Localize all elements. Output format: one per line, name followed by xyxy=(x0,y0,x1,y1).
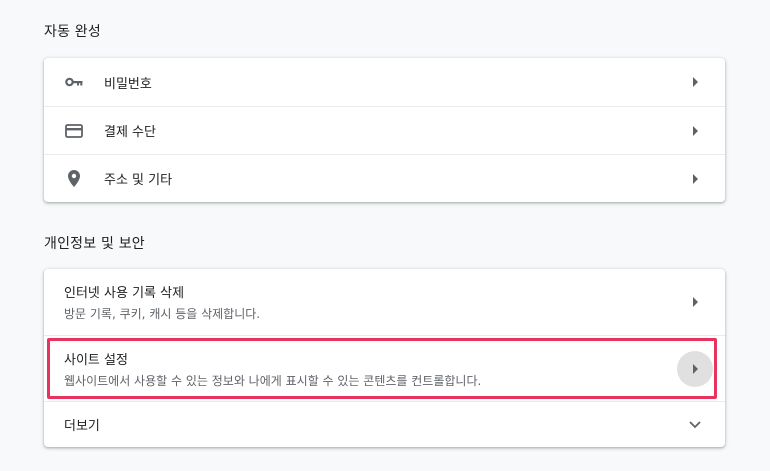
row-label: 인터넷 사용 기록 삭제 xyxy=(64,286,185,301)
row-sublabel: 방문 기록, 쿠키, 캐시 등을 삭제합니다. xyxy=(64,307,261,321)
section-title-privacy: 개인정보 및 보안 xyxy=(44,236,145,252)
chevron-down-icon[interactable] xyxy=(679,409,711,441)
more-label: 더보기 xyxy=(64,419,100,434)
privacy-card: 인터넷 사용 기록 삭제 방문 기록, 쿠키, 캐시 등을 삭제합니다. 사이트… xyxy=(44,269,725,447)
row-label: 주소 및 기타 xyxy=(104,173,173,188)
section-title-autofill: 자동 완성 xyxy=(44,24,101,40)
location-pin-icon xyxy=(64,169,84,189)
row-label: 비밀번호 xyxy=(104,76,152,92)
key-icon xyxy=(64,72,84,92)
row-clear-browsing-data[interactable]: 인터넷 사용 기록 삭제 방문 기록, 쿠키, 캐시 등을 삭제합니다. xyxy=(44,269,725,335)
arrow-right-icon[interactable] xyxy=(679,115,711,147)
row-payment-methods[interactable]: 결제 수단 xyxy=(44,106,725,154)
row-passwords[interactable]: 비밀번호 xyxy=(44,58,725,106)
arrow-right-icon[interactable] xyxy=(679,286,711,318)
row-addresses[interactable]: 주소 및 기타 xyxy=(44,154,725,202)
arrow-right-icon[interactable] xyxy=(677,350,713,387)
row-site-settings[interactable]: 사이트 설정 웹사이트에서 사용할 수 있는 정보와 나에게 표시할 수 있는 … xyxy=(44,335,725,401)
row-sublabel: 웹사이트에서 사용할 수 있는 정보와 나에게 표시할 수 있는 콘텐츠를 컨트… xyxy=(64,373,482,388)
autofill-card: 비밀번호 결제 수단 주소 및 기타 xyxy=(44,58,725,202)
credit-card-icon xyxy=(64,121,84,141)
row-advanced-more[interactable]: 더보기 xyxy=(44,401,725,447)
row-label: 결제 수단 xyxy=(104,125,156,140)
arrow-right-icon[interactable] xyxy=(679,163,711,195)
settings-page: 자동 완성 비밀번호 결제 수단 주소 및 기타 개인정보 및 보안 인터넷 사… xyxy=(0,0,770,471)
arrow-right-icon[interactable] xyxy=(679,66,711,98)
row-label: 사이트 설정 xyxy=(64,352,128,368)
